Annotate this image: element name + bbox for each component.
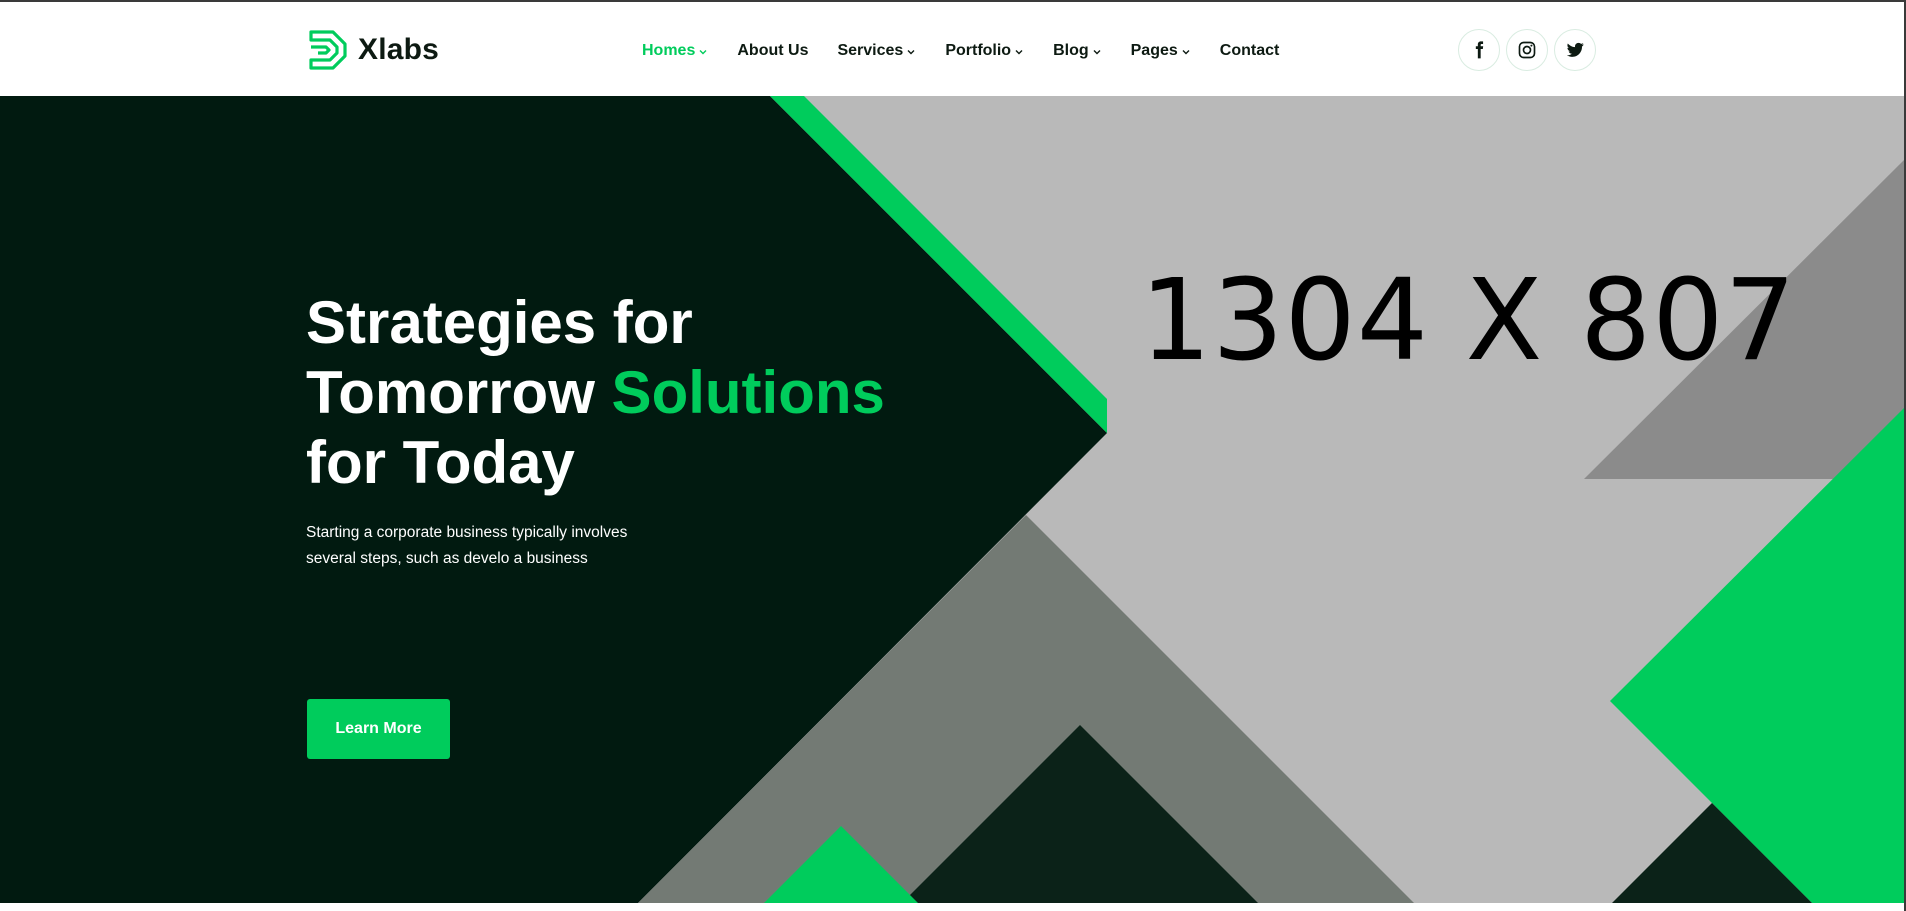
page: Xlabs Homes About Us Services Portfolio …	[0, 0, 1906, 911]
xlabs-logo-mark-icon	[309, 30, 347, 70]
hero-description: Starting a corporate business typically …	[306, 524, 628, 567]
nav-item-label: Homes	[642, 42, 696, 59]
nav-item-label: Portfolio	[945, 42, 1012, 59]
chevron-down-icon	[1015, 50, 1023, 55]
facebook-link[interactable]	[1458, 29, 1500, 71]
bottom-strip	[0, 903, 1904, 911]
hero-title-line-1: Strategies for	[306, 289, 693, 356]
instagram-icon	[1518, 41, 1536, 59]
site-header: Xlabs Homes About Us Services Portfolio …	[0, 2, 1904, 96]
chevron-down-icon	[1093, 50, 1101, 55]
twitter-icon	[1566, 42, 1584, 57]
nav-item-services[interactable]: Services	[837, 42, 916, 60]
nav-item-blog[interactable]: Blog	[1053, 42, 1102, 60]
nav-item-portfolio[interactable]: Portfolio	[945, 42, 1024, 60]
hero-title-line-2: Tomorrow	[306, 359, 612, 426]
nav-item-label: About Us	[737, 42, 809, 59]
chevron-down-icon	[907, 50, 915, 55]
logo[interactable]: Xlabs	[306, 28, 439, 72]
nav-item-pages[interactable]: Pages	[1131, 42, 1191, 60]
nav-item-homes[interactable]: Homes	[642, 42, 708, 60]
social-links	[1458, 29, 1602, 71]
nav-item-about-us[interactable]: About Us	[737, 42, 808, 60]
hero-title: Strategies for Tomorrow Solutions for To…	[306, 288, 926, 498]
twitter-link[interactable]	[1554, 29, 1596, 71]
learn-more-button[interactable]: Learn More	[307, 699, 450, 759]
logo-text: Xlabs	[358, 33, 440, 66]
nav-item-label: Services	[837, 42, 904, 59]
nav-item-contact[interactable]: Contact	[1220, 42, 1280, 60]
main-nav: Homes About Us Services Portfolio Blog P…	[642, 38, 1308, 64]
chevron-down-icon	[699, 50, 707, 55]
nav-item-label: Blog	[1053, 42, 1089, 59]
nav-item-label: Pages	[1130, 42, 1178, 59]
hero-image-placeholder	[638, 96, 1904, 903]
hero-title-accent: Solutions	[611, 359, 885, 426]
image-placeholder-text: 1304 X 807	[1140, 256, 1797, 386]
hero-section: 1304 X 807 Strategies for Tomorrow Solut…	[0, 96, 1904, 903]
chevron-down-icon	[1182, 50, 1190, 55]
hero-title-line-3: for Today	[306, 429, 575, 496]
nav-item-label: Contact	[1219, 42, 1280, 59]
instagram-link[interactable]	[1506, 29, 1548, 71]
facebook-icon	[1475, 41, 1484, 59]
